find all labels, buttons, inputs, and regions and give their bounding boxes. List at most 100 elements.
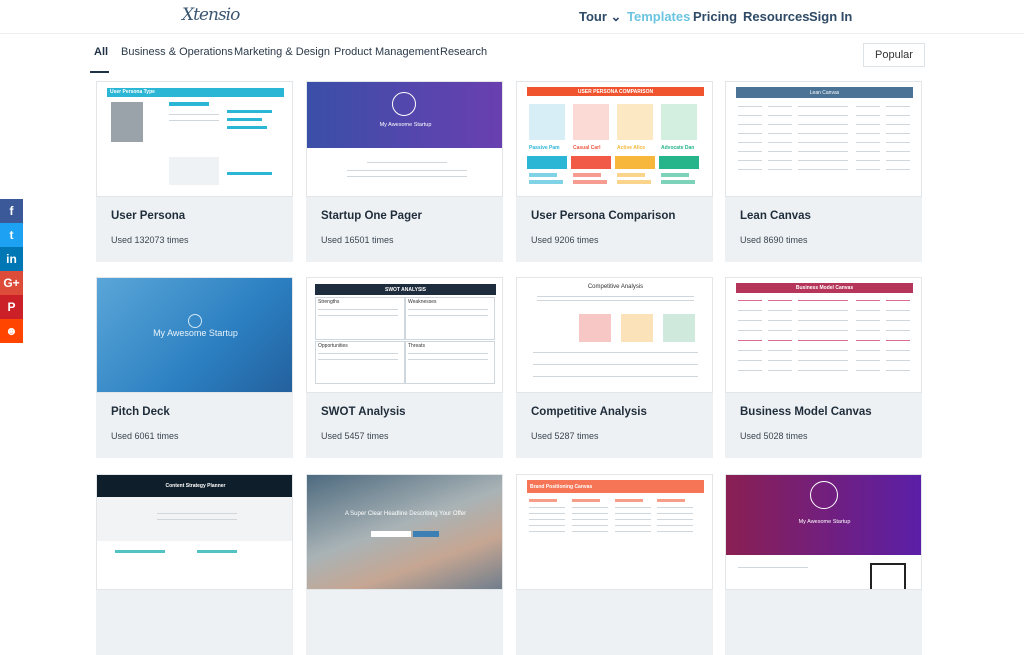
template-usage-count: Used 9206 times [531, 235, 599, 245]
template-thumbnail[interactable]: Competitive Analysis [516, 277, 713, 393]
template-thumbnail[interactable]: Content Strategy Planner [96, 474, 293, 590]
template-thumbnail[interactable]: A Super Clear Headline Describing Your O… [306, 474, 503, 590]
thumbnail-shape [408, 359, 488, 360]
sort-dropdown[interactable]: Popular [863, 43, 925, 67]
thumbnail-shape [533, 364, 698, 365]
thumbnail-shape [856, 151, 880, 152]
thumbnail-shape [798, 133, 848, 134]
thumbnail-shape [886, 133, 910, 134]
thumbnail-shape [371, 531, 411, 537]
thumbnail-shape [798, 106, 848, 107]
thumbnail-shape [663, 314, 695, 342]
tab-business-operations[interactable]: Business & Operations [121, 46, 233, 58]
template-thumbnail[interactable]: My Awesome Startup [725, 474, 922, 590]
thumbnail-shape [738, 160, 762, 161]
thumbnail-shape [798, 340, 848, 341]
thumbnail-shape [768, 360, 792, 361]
thumbnail-shape [738, 151, 762, 152]
thumbnail-shape [856, 340, 880, 341]
thumbnail-shape [798, 350, 848, 351]
active-tab-indicator [90, 71, 109, 73]
thumbnail-shape [392, 92, 416, 116]
template-thumbnail[interactable]: User Persona Type [96, 81, 293, 197]
facebook-icon[interactable]: f [0, 199, 23, 223]
template-card[interactable]: My Awesome Startup Startup One Pager Use… [306, 81, 503, 262]
thumb-title: My Awesome Startup [798, 519, 851, 525]
template-usage-count: Used 5457 times [321, 431, 389, 441]
tab-marketing-design[interactable]: Marketing & Design [234, 46, 330, 58]
thumbnail-shape [886, 160, 910, 161]
nav-pricing[interactable]: Pricing [693, 9, 737, 24]
tab-research[interactable]: Research [440, 46, 487, 58]
nav-tour[interactable]: Tour ⌄ [579, 9, 621, 25]
thumbnail-shape [798, 124, 848, 125]
thumbnail-shape [572, 507, 608, 508]
template-card[interactable]: My Awesome Startup [725, 474, 922, 655]
thumbnail-shape [657, 507, 693, 508]
template-card[interactable]: My Awesome Startup Pitch Deck Used 6061 … [96, 277, 293, 458]
thumbnail-shape [227, 126, 267, 129]
thumbnail-shape [856, 330, 880, 331]
thumbnail-shape [111, 102, 143, 142]
template-thumbnail[interactable]: SWOT ANALYSIS Strengths Weaknesses Opportun… [306, 277, 503, 393]
template-card[interactable]: Competitive Analysis Competitive Analysi… [516, 277, 713, 458]
template-card[interactable]: USER PERSONA COMPARISON Passive Pam Casual… [516, 81, 713, 262]
thumbnail-shape [579, 314, 611, 342]
nav-sign-in[interactable]: Sign In [809, 9, 852, 24]
thumbnail-shape [529, 180, 563, 184]
pinterest-icon[interactable]: P [0, 295, 23, 319]
thumbnail-shape [661, 173, 689, 177]
thumbnail-shape [886, 106, 910, 107]
template-thumbnail[interactable]: My Awesome Startup [96, 277, 293, 393]
thumbnail-shape [798, 115, 848, 116]
thumbnail-shape [886, 310, 910, 311]
thumbnail-shape [768, 350, 792, 351]
thumbnail-shape [856, 300, 880, 301]
template-card[interactable]: SWOT ANALYSIS Strengths Weaknesses Opportun… [306, 277, 503, 458]
thumbnail-shape [169, 114, 219, 115]
persona-name: Advocate Dan [661, 145, 695, 151]
template-thumbnail[interactable]: Business Model Canvas [725, 277, 922, 393]
thumbnail-shape [621, 314, 653, 342]
template-card[interactable]: Content Strategy Planner [96, 474, 293, 655]
template-thumbnail[interactable]: USER PERSONA COMPARISON Passive Pam Casual… [516, 81, 713, 197]
template-thumbnail[interactable]: Brand Positioning Canvas [516, 474, 713, 590]
template-card[interactable]: Lean Canvas Lean Canvas Used 8690 times [725, 81, 922, 262]
template-usage-count: Used 8690 times [740, 235, 808, 245]
thumbnail-shape [738, 133, 762, 134]
linkedin-icon[interactable]: in [0, 247, 23, 271]
tab-product-management[interactable]: Product Management [334, 46, 439, 58]
thumbnail-shape [856, 115, 880, 116]
reddit-icon[interactable]: ☻ [0, 319, 23, 343]
swot-quadrant-label: Threats [408, 343, 425, 349]
thumbnail-shape [738, 320, 762, 321]
thumb-title: A Super Clear Headline Describing Your O… [344, 511, 467, 517]
thumbnail-shape [529, 525, 565, 526]
thumbnail-shape [798, 370, 848, 371]
template-title: Startup One Pager [321, 210, 422, 222]
thumbnail-shape [798, 169, 848, 170]
thumbnail-shape [657, 525, 693, 526]
thumbnail-shape [856, 350, 880, 351]
google-plus-icon[interactable]: G+ [0, 271, 23, 295]
nav-resources[interactable]: Resources [743, 9, 809, 24]
thumbnail-shape [615, 513, 651, 514]
thumbnail-shape [738, 340, 762, 341]
thumbnail-shape [798, 360, 848, 361]
nav-templates[interactable]: Templates [627, 9, 690, 24]
twitter-icon[interactable]: t [0, 223, 23, 247]
xtensio-logo[interactable]: Xtensio [182, 5, 240, 25]
template-thumbnail[interactable]: Lean Canvas [725, 81, 922, 197]
tab-all[interactable]: All [94, 46, 108, 58]
template-card[interactable]: User Persona Type User Persona Used 1320… [96, 81, 293, 262]
thumbnail-shape [318, 359, 398, 360]
persona-name: Casual Carl [573, 145, 601, 151]
template-card[interactable]: Brand Positioning Canvas [516, 474, 713, 655]
social-share-bar: f t in G+ P ☻ [0, 199, 23, 343]
template-title: Competitive Analysis [531, 406, 647, 418]
template-card[interactable]: A Super Clear Headline Describing Your O… [306, 474, 503, 655]
template-card[interactable]: Business Model Canvas Business Model Can… [725, 277, 922, 458]
swot-quadrant-label: Strengths [318, 299, 340, 305]
template-thumbnail[interactable]: My Awesome Startup [306, 81, 503, 197]
thumb-title: Lean Canvas [809, 90, 840, 96]
